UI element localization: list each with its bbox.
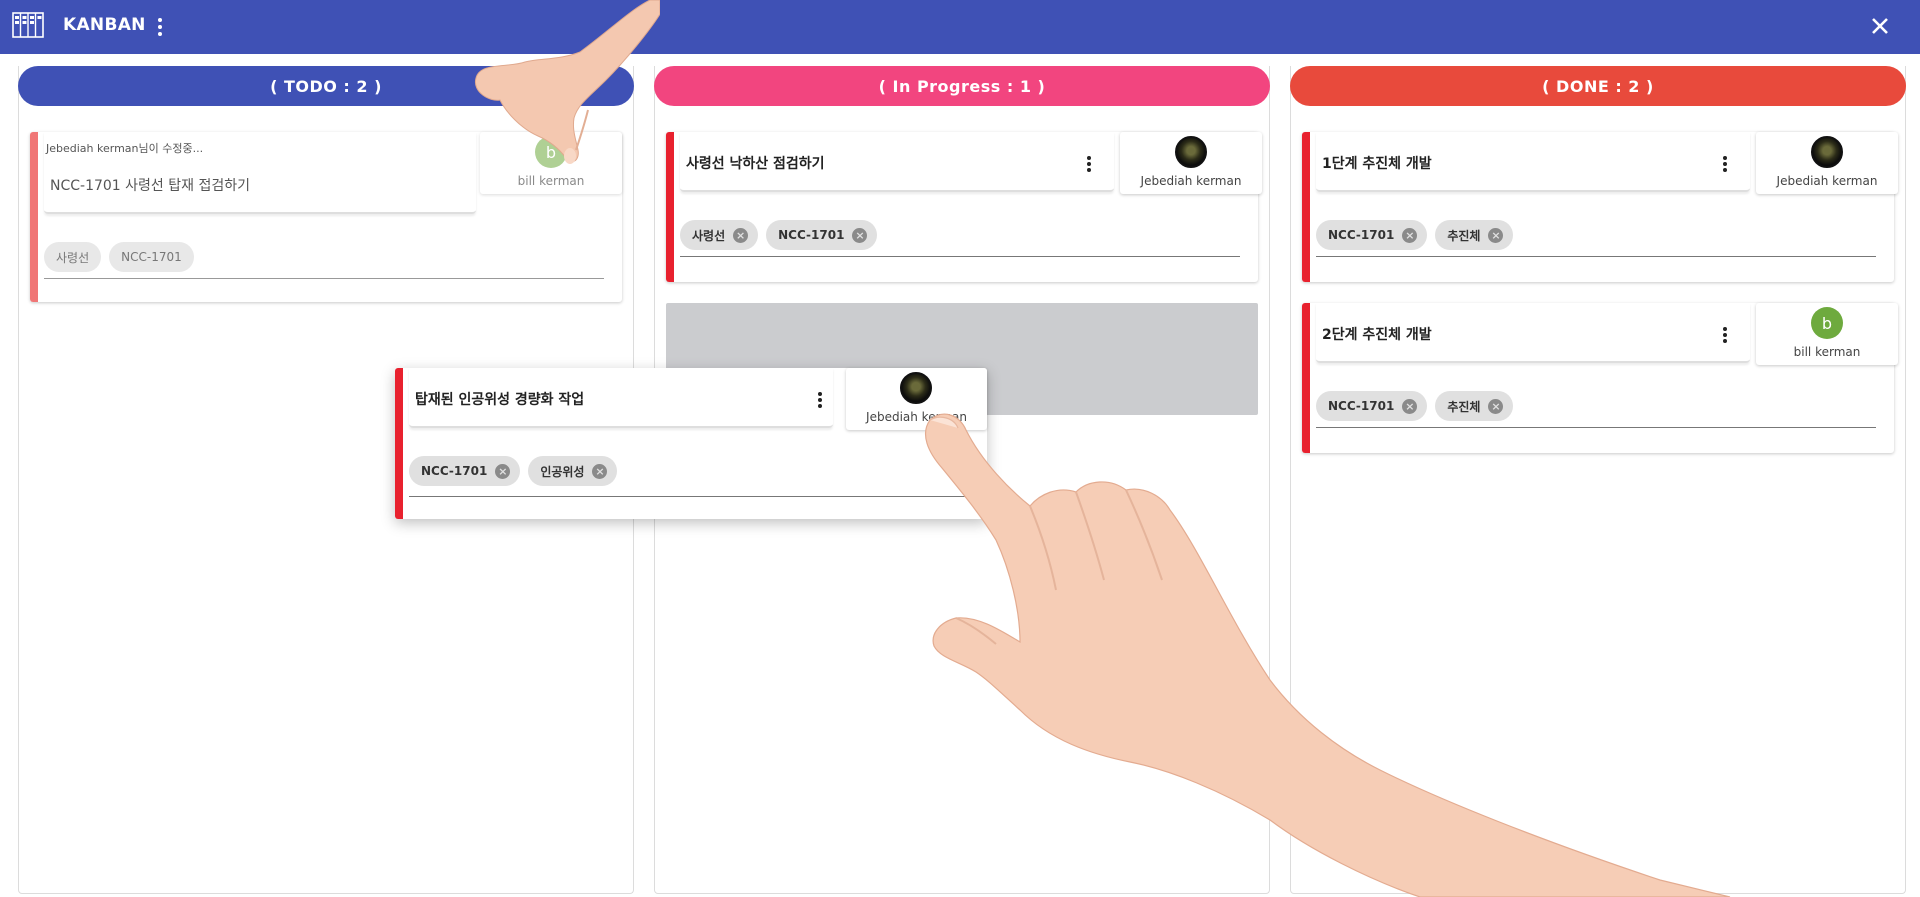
tag-label: NCC-1701 (1328, 228, 1395, 242)
tag-chip[interactable]: NCC-1701 × (1316, 391, 1428, 421)
tag-chip[interactable]: NCC-1701 × (409, 456, 521, 486)
tag-list: NCC-1701 × 인공위성 × (409, 456, 618, 486)
tag-list: 사령선 NCC-1701 (44, 242, 194, 272)
card-stripe (1302, 303, 1310, 453)
remove-tag-icon[interactable]: × (592, 463, 608, 479)
tag-input-underline[interactable] (680, 256, 1240, 257)
remove-tag-icon[interactable]: × (852, 227, 868, 243)
card-more-icon[interactable] (1084, 154, 1094, 174)
app-bar: KANBAN (0, 0, 1920, 54)
tag-label: 사령선 (692, 228, 726, 243)
tag-label: 추진체 (1447, 399, 1481, 414)
tag-label: NCC-1701 (1328, 399, 1395, 413)
card-title[interactable]: 탑재된 인공위성 경량화 작업 (415, 389, 584, 409)
column-header-in-progress: ( In Progress : 1 ) (654, 66, 1270, 106)
more-vert-icon[interactable] (152, 14, 168, 40)
todo-card-editing[interactable]: Jebediah kerman님이 수정중... NCC-1701 사령선 탑재… (30, 132, 622, 302)
remove-tag-icon[interactable]: × (1402, 398, 1418, 414)
card-stripe (1302, 132, 1310, 282)
card-title[interactable]: 2단계 추진체 개발 (1322, 324, 1432, 344)
tag-label: NCC-1701 (778, 228, 845, 242)
tag-input-underline[interactable] (1316, 256, 1876, 257)
assignee-name: Jebediah kerman (1140, 174, 1242, 188)
remove-tag-icon[interactable]: × (495, 463, 511, 479)
tag-chip[interactable]: 사령선 × (680, 220, 759, 250)
avatar (1811, 136, 1843, 168)
tag-chip[interactable]: NCC-1701 (109, 242, 194, 272)
column-header-done: ( DONE : 2 ) (1290, 66, 1906, 106)
tag-list: NCC-1701 × 추진체 × (1316, 220, 1514, 250)
tag-chip[interactable]: 추진체 × (1435, 220, 1514, 250)
tag-list: NCC-1701 × 추진체 × (1316, 391, 1514, 421)
tag-input-underline[interactable] (44, 278, 604, 279)
card-more-icon[interactable] (815, 390, 825, 410)
tag-input-underline[interactable] (409, 496, 969, 497)
tag-chip[interactable]: 추진체 × (1435, 391, 1514, 421)
assignee-box[interactable]: Jebediah kerman (846, 368, 987, 430)
tag-label: NCC-1701 (421, 464, 488, 478)
assignee-name: bill kerman (517, 174, 585, 188)
card-title-input[interactable]: NCC-1701 사령선 탑재 접검하기 (50, 175, 250, 195)
tag-label: 추진체 (1447, 228, 1481, 243)
card-stripe (395, 368, 403, 519)
avatar (900, 372, 932, 404)
remove-tag-icon[interactable]: × (733, 227, 749, 243)
assignee-name: Jebediah kerman (1776, 174, 1878, 188)
tag-chip[interactable]: 사령선 (44, 242, 102, 272)
kanban-board-icon (12, 12, 44, 38)
tag-chip[interactable]: NCC-1701 × (766, 220, 878, 250)
assignee-name: bill kerman (1793, 345, 1861, 359)
assignee-box[interactable]: Jebediah kerman (1756, 132, 1898, 194)
card-title[interactable]: 사령선 낙하산 점검하기 (686, 153, 825, 173)
avatar: b (1811, 307, 1843, 339)
card-stripe (30, 132, 38, 302)
assignee-box[interactable]: Jebediah kerman (1120, 132, 1262, 194)
card-more-icon[interactable] (1720, 154, 1730, 174)
editing-status-note: Jebediah kerman님이 수정중... (46, 142, 204, 155)
tag-input-underline[interactable] (1316, 427, 1876, 428)
card-title[interactable]: 1단계 추진체 개발 (1322, 153, 1432, 173)
assignee-name: Jebediah kerman (866, 410, 967, 424)
assignee-box[interactable]: b bill kerman (480, 132, 622, 194)
assignee-box[interactable]: b bill kerman (1756, 303, 1898, 365)
tag-chip[interactable]: NCC-1701 × (1316, 220, 1428, 250)
card-stripe (666, 132, 674, 282)
dragged-card[interactable]: 탑재된 인공위성 경량화 작업 Jebediah kerman NCC-1701… (395, 368, 987, 519)
done-card[interactable]: 2단계 추진체 개발 b bill kerman NCC-1701 × 추진체 × (1302, 303, 1898, 453)
avatar: b (535, 136, 567, 168)
app-title: KANBAN (63, 15, 146, 35)
tag-chip[interactable]: 인공위성 × (528, 456, 618, 486)
tag-list: 사령선 × NCC-1701 × (680, 220, 878, 250)
close-icon[interactable] (1866, 12, 1894, 40)
remove-tag-icon[interactable]: × (1488, 398, 1504, 414)
remove-tag-icon[interactable]: × (1402, 227, 1418, 243)
column-header-todo: ( TODO : 2 ) (18, 66, 634, 106)
avatar (1175, 136, 1207, 168)
tag-label: 인공위성 (540, 464, 585, 479)
card-more-icon[interactable] (1720, 325, 1730, 345)
progress-card[interactable]: 사령선 낙하산 점검하기 Jebediah kerman 사령선 × NCC-17… (666, 132, 1262, 282)
column-done: ( DONE : 2 ) 1단계 추진체 개발 Jebediah kerman … (1290, 66, 1906, 894)
done-card[interactable]: 1단계 추진체 개발 Jebediah kerman NCC-1701 × 추진체… (1302, 132, 1898, 282)
remove-tag-icon[interactable]: × (1488, 227, 1504, 243)
